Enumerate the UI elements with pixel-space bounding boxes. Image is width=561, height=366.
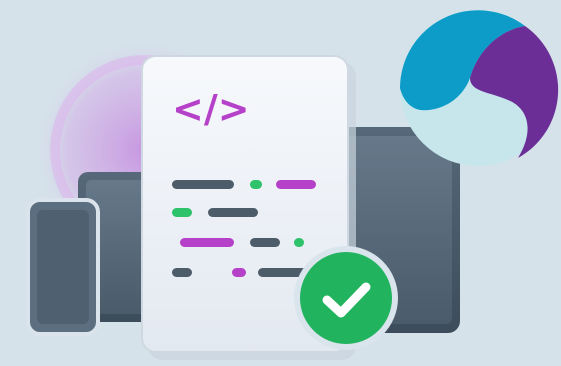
code-line [250, 238, 280, 247]
code-line [172, 268, 192, 277]
code-line [232, 268, 246, 277]
code-line [294, 238, 304, 247]
code-brackets-icon: </> [172, 84, 262, 132]
code-line [276, 180, 316, 189]
code-line [180, 238, 234, 247]
brand-logo-icon [400, 10, 559, 166]
phone-icon [26, 198, 100, 336]
code-line [172, 180, 234, 189]
checkmark-badge [294, 246, 398, 350]
code-line [172, 208, 192, 217]
code-glyph-text: </> [172, 87, 250, 131]
developer-illustration [26, 10, 559, 360]
code-line [208, 208, 258, 217]
code-line [250, 180, 262, 189]
